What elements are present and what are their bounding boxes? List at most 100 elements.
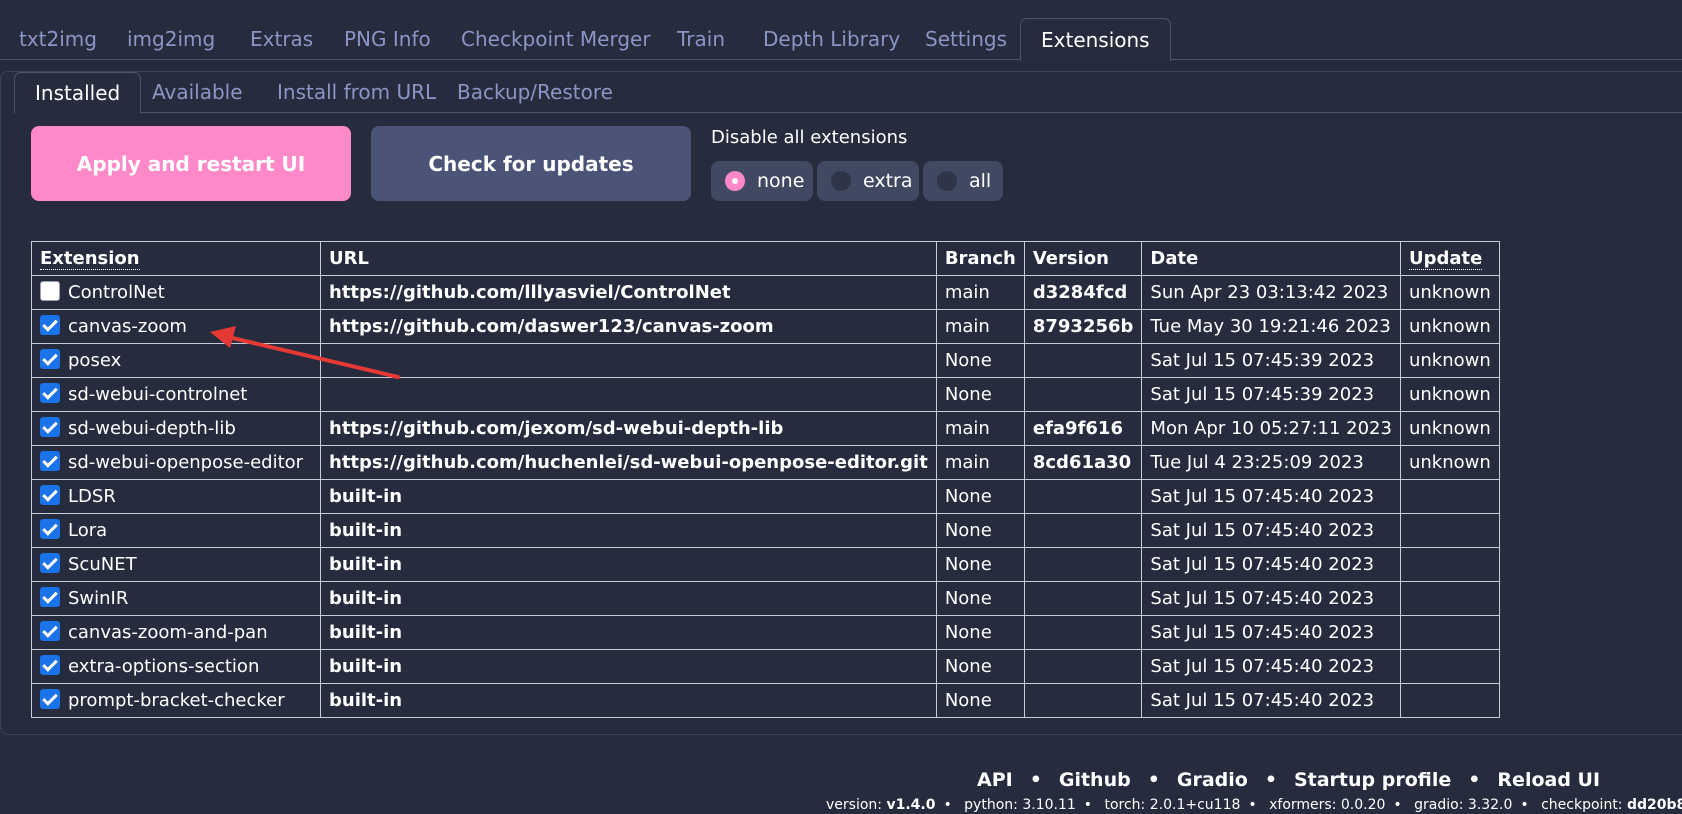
tab-settings[interactable]: Settings — [925, 18, 1007, 60]
cell-extension: prompt-bracket-checker — [31, 683, 321, 718]
extensions-page: txt2img img2img Extras PNG Info Checkpoi… — [0, 0, 1682, 814]
extension-enable-checkbox[interactable] — [40, 417, 60, 437]
footer-link-gradio[interactable]: Gradio — [1177, 769, 1248, 791]
extension-enable-checkbox[interactable] — [40, 587, 60, 607]
check-for-updates-button[interactable]: Check for updates — [371, 126, 691, 201]
cell-date: Tue May 30 19:21:46 2023 — [1141, 309, 1401, 344]
cell-url[interactable]: https://github.com/daswer123/canvas-zoom — [320, 309, 937, 344]
tab-install-from-url[interactable]: Install from URL — [277, 72, 436, 112]
top-tab-bar: txt2img img2img Extras PNG Info Checkpoi… — [0, 18, 1682, 61]
extension-enable-checkbox[interactable] — [40, 383, 60, 403]
cell-extension: canvas-zoom-and-pan — [31, 615, 321, 650]
cell-url: built-in — [320, 479, 937, 514]
tab-checkpoint-merger[interactable]: Checkpoint Merger — [461, 18, 651, 60]
table-row: extra-options-section built-in None Sat Jul… — [31, 649, 1500, 684]
extension-name: extra-options-section — [68, 656, 260, 677]
extension-name: ScuNET — [68, 554, 137, 575]
cell-extension: LDSR — [31, 479, 321, 514]
cell-url[interactable]: https://github.com/lllyasviel/ControlNet — [320, 275, 937, 310]
footer-link-github[interactable]: Github — [1059, 769, 1131, 791]
radio-unchecked-icon — [937, 171, 957, 191]
cell-date: Sat Jul 15 07:45:40 2023 — [1141, 615, 1401, 650]
cell-url[interactable]: https://github.com/huchenlei/sd-webui-op… — [320, 445, 937, 480]
cell-url: built-in — [320, 649, 937, 684]
cell-extension: extra-options-section — [31, 649, 321, 684]
cell-version: efa9f616 — [1023, 411, 1143, 446]
table-row: ScuNET built-in None Sat Jul 15 07:45:40 20… — [31, 547, 1500, 582]
cell-version — [1023, 581, 1143, 616]
cell-update — [1399, 581, 1500, 616]
radio-checked-icon — [725, 171, 745, 191]
footer-link-reload-ui[interactable]: Reload UI — [1497, 769, 1600, 791]
cell-date: Sat Jul 15 07:45:39 2023 — [1141, 343, 1401, 378]
tab-available[interactable]: Available — [152, 72, 243, 112]
cell-branch: None — [935, 683, 1025, 718]
extension-enable-checkbox[interactable] — [40, 315, 60, 335]
tab-depth-library[interactable]: Depth Library — [763, 18, 900, 60]
extension-enable-checkbox[interactable] — [40, 553, 60, 573]
extensions-table: Extension URL Branch Version Date Update… — [31, 241, 1500, 718]
header-branch: Branch — [935, 241, 1025, 276]
cell-version: 8cd61a30 — [1023, 445, 1143, 480]
cell-branch: None — [935, 547, 1025, 582]
extension-enable-checkbox[interactable] — [40, 485, 60, 505]
tab-txt2img[interactable]: txt2img — [19, 18, 97, 60]
extension-enable-checkbox[interactable] — [40, 655, 60, 675]
cell-branch: None — [935, 513, 1025, 548]
tab-installed[interactable]: Installed — [14, 72, 142, 114]
tab-extensions[interactable]: Extensions — [1020, 18, 1171, 61]
cell-url[interactable]: https://github.com/jexom/sd-webui-depth-… — [320, 411, 937, 446]
tab-backup-restore[interactable]: Backup/Restore — [457, 72, 613, 112]
radio-label: extra — [863, 170, 913, 192]
radio-label: none — [757, 170, 805, 192]
extension-enable-checkbox[interactable] — [40, 519, 60, 539]
footer-links: API • Github • Gradio • Startup profile • Reload… — [977, 769, 1601, 791]
cell-version — [1023, 547, 1143, 582]
cell-branch: None — [935, 581, 1025, 616]
cell-branch: None — [935, 343, 1025, 378]
cell-branch: None — [935, 649, 1025, 684]
cell-branch: main — [935, 309, 1025, 344]
tab-png-info[interactable]: PNG Info — [344, 18, 431, 60]
cell-url: built-in — [320, 547, 937, 582]
table-row: LDSR built-in None Sat Jul 15 07:45:40 2023 — [31, 479, 1500, 514]
table-row: canvas-zoom https://github.com/daswer123/… — [31, 309, 1500, 344]
footer-link-startup-profile[interactable]: Startup profile — [1294, 769, 1451, 791]
extension-enable-checkbox[interactable] — [40, 689, 60, 709]
cell-version — [1023, 615, 1143, 650]
tab-img2img[interactable]: img2img — [127, 18, 215, 60]
extension-name: sd-webui-controlnet — [68, 384, 248, 405]
radio-extra[interactable]: extra — [817, 161, 919, 201]
extension-enable-checkbox[interactable] — [40, 281, 60, 301]
cell-url: built-in — [320, 683, 937, 718]
radio-all[interactable]: all — [923, 161, 1003, 201]
table-header-row: Extension URL Branch Version Date Update — [31, 241, 1500, 276]
table-row: prompt-bracket-checker built-in None Sat Ju… — [31, 683, 1500, 718]
extension-enable-checkbox[interactable] — [40, 349, 60, 369]
extension-name: Lora — [68, 520, 108, 541]
cell-update — [1399, 513, 1500, 548]
footer-version-info: version: v1.4.0 • python: 3.10.11 • torch:… — [826, 797, 1682, 813]
cell-version — [1023, 479, 1143, 514]
extension-name: ControlNet — [68, 282, 165, 303]
cell-update — [1399, 547, 1500, 582]
header-version: Version — [1023, 241, 1143, 276]
header-update[interactable]: Update — [1399, 241, 1500, 276]
cell-version — [1023, 377, 1143, 412]
extension-name: canvas-zoom-and-pan — [68, 622, 268, 643]
tab-extras[interactable]: Extras — [250, 18, 313, 60]
header-url: URL — [320, 241, 937, 276]
cell-extension: posex — [31, 343, 321, 378]
cell-update — [1399, 615, 1500, 650]
tab-train[interactable]: Train — [677, 18, 725, 60]
footer-link-api[interactable]: API — [977, 769, 1013, 791]
radio-none[interactable]: none — [711, 161, 813, 201]
cell-update: unknown — [1399, 445, 1500, 480]
apply-and-restart-button[interactable]: Apply and restart UI — [31, 126, 351, 201]
extension-enable-checkbox[interactable] — [40, 451, 60, 471]
cell-extension: sd-webui-openpose-editor — [31, 445, 321, 480]
header-extension[interactable]: Extension — [31, 241, 321, 276]
extension-enable-checkbox[interactable] — [40, 621, 60, 641]
cell-extension: sd-webui-depth-lib — [31, 411, 321, 446]
table-row: sd-webui-openpose-editor https://github.c… — [31, 445, 1500, 480]
